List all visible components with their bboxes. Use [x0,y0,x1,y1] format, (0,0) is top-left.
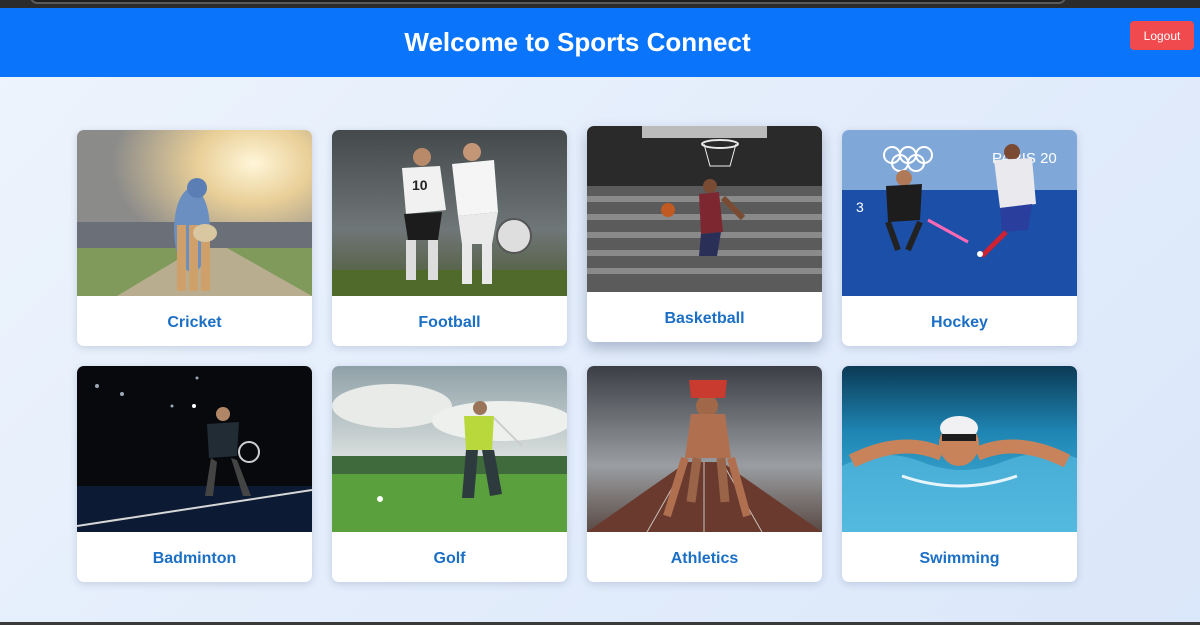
athletics-image [587,366,822,532]
svg-text:10: 10 [412,177,428,193]
card-label: Cricket [167,314,222,331]
logout-button[interactable]: Logout [1130,21,1194,50]
card-label: Golf [433,550,466,567]
card-label: Swimming [919,550,1000,567]
sport-card-swimming[interactable]: Swimming [842,366,1077,582]
sport-card-hockey[interactable]: PARIS 20 3 Hockey [842,130,1077,346]
sport-card-badminton[interactable]: Badminton [77,366,312,582]
page-title: Welcome to Sports Connect [404,27,751,57]
card-label: Hockey [931,314,988,331]
hockey-image: PARIS 20 3 [842,130,1077,296]
app-header: Welcome to Sports Connect Logout [0,8,1200,77]
golf-image [332,366,567,532]
cricket-image [77,130,312,296]
sport-card-athletics[interactable]: Athletics [587,366,822,582]
sport-card-basketball[interactable]: Basketball [587,126,822,342]
swimming-image [842,366,1077,532]
sport-card-cricket[interactable]: Cricket [77,130,312,346]
basketball-image [587,126,822,292]
card-label: Basketball [664,310,745,327]
card-label: Badminton [152,550,237,567]
address-bar[interactable] [30,0,1066,4]
svg-text:3: 3 [856,199,864,215]
football-image: 10 [332,130,567,296]
sport-card-golf[interactable]: Golf [332,366,567,582]
browser-chrome [0,0,1200,8]
sport-card-football[interactable]: 10 Football [332,130,567,346]
card-label: Football [418,314,481,331]
card-label: Athletics [670,550,739,567]
badminton-image [77,366,312,532]
